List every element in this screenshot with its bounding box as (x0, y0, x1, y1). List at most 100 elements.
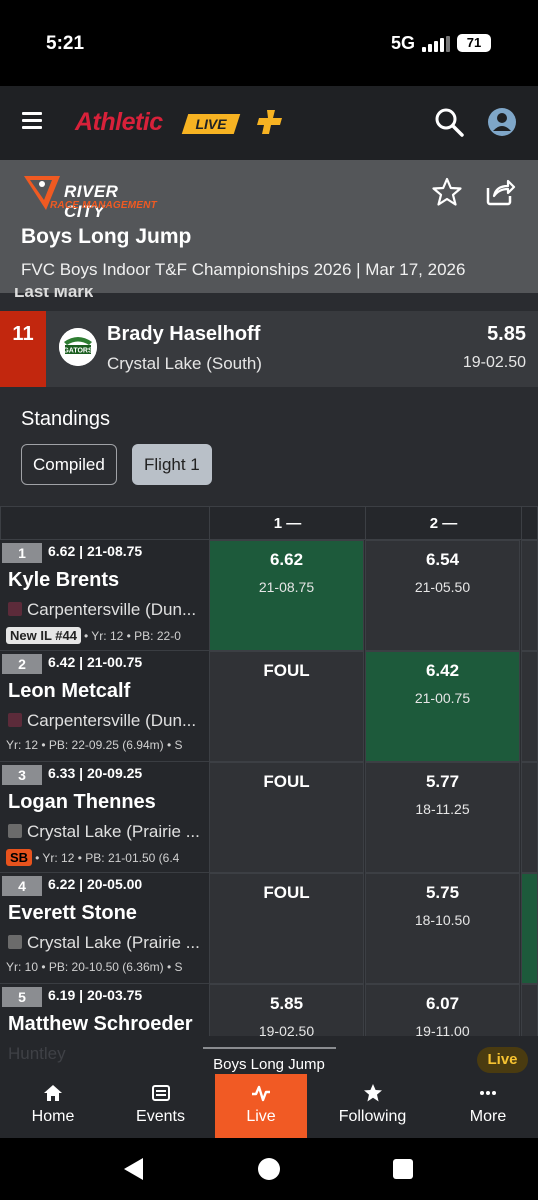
battery-level: 71 (466, 35, 482, 50)
nav-live[interactable]: Live (215, 1074, 307, 1138)
team-logo-icon (8, 824, 22, 838)
attempt-3-header[interactable] (521, 506, 538, 540)
best-mark: 6.33 | 20-09.25 (48, 765, 143, 781)
compiled-chip[interactable]: Compiled (21, 444, 117, 485)
attempt-cell[interactable]: 5.85 19-02.50 (209, 984, 364, 1036)
attempt-cell[interactable] (521, 651, 538, 762)
attempt-cell[interactable]: 6.42 21-00.75 (365, 651, 520, 762)
logo-live-badge: LIVE (181, 114, 241, 134)
athlete-team: Carpentersville (Dun... (8, 711, 196, 731)
last-mark-card[interactable]: 11 GATORS Brady Haselhoff Crystal Lake (… (0, 311, 538, 387)
athlete-name: Everett Stone (8, 902, 137, 924)
table-row[interactable]: 2 6.42 | 21-00.75 Leon Metcalf Carpenter… (0, 651, 209, 762)
svg-text:GATORS: GATORS (63, 348, 93, 355)
battery-icon: 71 (457, 34, 491, 52)
season-best-badge: SB (6, 849, 33, 866)
drag-handle[interactable] (203, 1047, 336, 1049)
now-viewing-bar[interactable]: Boys Long Jump Live (0, 1036, 538, 1074)
star-icon (363, 1084, 382, 1102)
athlete-team: Carpentersville (Dun... (8, 600, 196, 620)
nav-events[interactable]: Events (106, 1074, 215, 1138)
menu-icon[interactable] (22, 112, 42, 130)
table-row[interactable]: 3 6.33 | 20-09.25 Logan Thennes Crystal … (0, 762, 209, 873)
search-icon[interactable] (433, 106, 465, 138)
last-mark-athlete: Brady Haselhoff (107, 323, 261, 345)
event-title: Boys Long Jump (21, 225, 192, 248)
athlete-column-header (0, 506, 210, 540)
last-mark-value: 5.85 (487, 323, 526, 345)
home-icon (44, 1085, 62, 1101)
place-badge: 5 (2, 987, 42, 1007)
athlete-name: Kyle Brents (8, 569, 120, 591)
last-mark-label: Last Mark (14, 288, 94, 298)
network-label: 5G (391, 33, 416, 53)
attempt-cell[interactable] (521, 984, 538, 1036)
logo-athletic-text: Athletic (75, 108, 163, 136)
pulse-icon (252, 1085, 270, 1102)
attempt-cell[interactable]: FOUL (209, 873, 364, 984)
ghost-team-label: Huntley (8, 1044, 66, 1063)
athlete-meta: Yr: 10 • PB: 20-10.50 (6.36m) • S (6, 960, 183, 974)
best-mark: 6.22 | 20-05.00 (48, 876, 143, 892)
account-icon[interactable] (486, 106, 518, 138)
team-logo-icon (8, 713, 22, 727)
favorite-star-icon[interactable] (432, 177, 462, 207)
results-table: 1 — 2 — 1 6.62 | 21-08.75 Kyle Brents Ca… (0, 506, 538, 1036)
attempt-cell[interactable]: 6.62 21-08.75 (209, 540, 364, 651)
table-row[interactable]: 5 6.19 | 20-03.75 Matthew Schroeder (0, 984, 209, 1036)
plus-logo-icon[interactable] (255, 106, 287, 138)
attempt-cell[interactable]: FOUL (209, 762, 364, 873)
flight-1-chip[interactable]: Flight 1 (132, 444, 212, 485)
signal-icon (422, 36, 450, 52)
athlete-name: Matthew Schroeder (8, 1013, 193, 1035)
attempt-cell[interactable] (521, 873, 538, 984)
new-record-badge: New IL #44 (6, 627, 81, 644)
attempt-cell[interactable] (521, 540, 538, 651)
nav-following[interactable]: Following (307, 1074, 438, 1138)
table-row[interactable]: 4 6.22 | 20-05.00 Everett Stone Crystal … (0, 873, 209, 984)
home-button-icon[interactable] (258, 1158, 280, 1180)
more-dots-icon (480, 1091, 496, 1095)
athlete-meta: New IL #44 • Yr: 12 • PB: 22-0 (6, 627, 181, 644)
share-icon[interactable] (484, 176, 516, 208)
table-row[interactable]: 1 6.62 | 21-08.75 Kyle Brents Carpenters… (0, 540, 209, 651)
nav-more[interactable]: More (438, 1074, 538, 1138)
back-icon[interactable] (124, 1158, 143, 1180)
attempt-cell[interactable]: FOUL (209, 651, 364, 762)
now-viewing-title: Boys Long Jump (213, 1056, 325, 1073)
nav-home[interactable]: Home (0, 1074, 106, 1138)
attempt-cell[interactable] (521, 762, 538, 873)
last-mark-imperial: 19-02.50 (462, 354, 526, 371)
athlete-name: Logan Thennes (8, 791, 156, 813)
place-badge: 3 (2, 765, 42, 785)
last-mark-team: Crystal Lake (South) (107, 354, 262, 373)
river-city-logo: RIVER CITY RACE MANAGEMENT (22, 170, 162, 221)
team-logo-icon (8, 935, 22, 949)
athletic-live-logo[interactable]: Athletic LIVE (67, 108, 241, 138)
best-mark: 6.42 | 21-00.75 (48, 654, 143, 670)
last-mark-place: 11 (0, 311, 46, 387)
recents-icon[interactable] (393, 1159, 413, 1179)
bottom-nav: Home Events Live Following More (0, 1074, 538, 1138)
best-mark: 6.62 | 21-08.75 (48, 543, 143, 559)
attempt-cell[interactable]: 6.07 19-11.00 (365, 984, 520, 1036)
place-badge: 2 (2, 654, 42, 674)
team-logo-gators: GATORS (59, 328, 97, 366)
athlete-meta: SB • Yr: 12 • PB: 21-01.50 (6.4 (6, 849, 179, 866)
athlete-team: Crystal Lake (Prairie ... (8, 933, 200, 953)
best-mark: 6.19 | 20-03.75 (48, 987, 143, 1003)
attempt-cell[interactable]: 5.75 18-10.50 (365, 873, 520, 984)
athlete-meta: Yr: 12 • PB: 22-09.25 (6.94m) • S (6, 738, 183, 752)
place-badge: 4 (2, 876, 42, 896)
status-bar: 5:21 5G 71 (0, 0, 538, 86)
status-time: 5:21 (46, 33, 85, 54)
attempt-1-header[interactable]: 1 — (209, 506, 366, 540)
event-header: RIVER CITY RACE MANAGEMENT Boys Long Jum… (0, 160, 538, 293)
attempt-cell[interactable]: 6.54 21-05.50 (365, 540, 520, 651)
attempt-2-header[interactable]: 2 — (365, 506, 522, 540)
attempt-cell[interactable]: 5.77 18-11.25 (365, 762, 520, 873)
standings-heading: Standings (21, 408, 110, 430)
system-nav-bar (0, 1138, 538, 1200)
team-logo-icon (8, 602, 22, 616)
place-badge: 1 (2, 543, 42, 563)
